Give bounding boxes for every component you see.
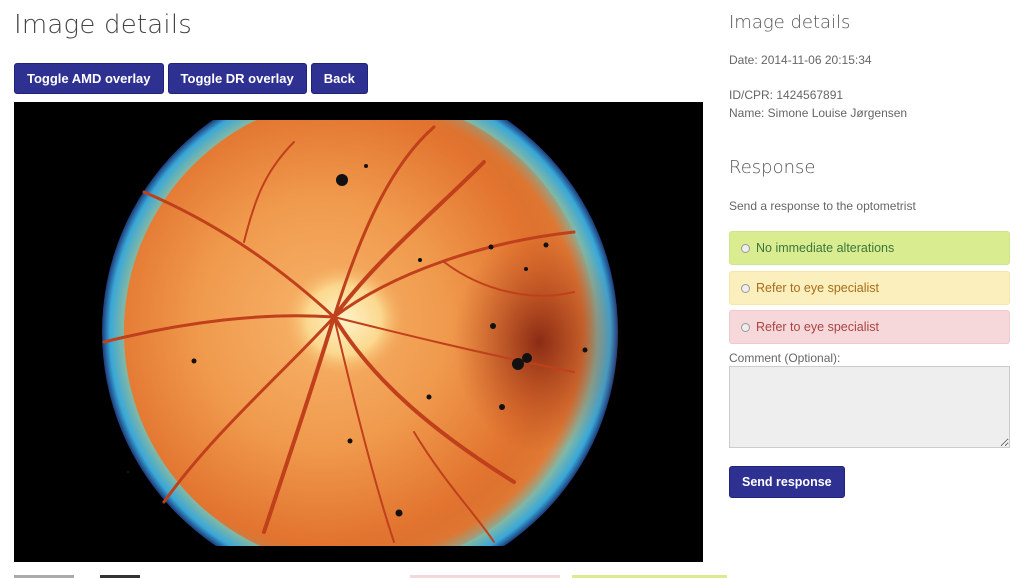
radio-button[interactable] [741, 243, 750, 253]
bottom-thumbnail-strip [0, 572, 1024, 578]
toolbar: Toggle AMD overlay Toggle DR overlay Bac… [14, 63, 368, 94]
comment-label: Comment (Optional): [729, 351, 841, 365]
response-title: Response [729, 157, 816, 178]
page-title: Image details [14, 10, 193, 40]
patient-name: Name: Simone Louise Jørgensen [729, 106, 908, 120]
toggle-dr-overlay-button[interactable]: Toggle DR overlay [167, 63, 307, 94]
option-refer-specialist-yellow[interactable]: Refer to eye specialist [729, 271, 1010, 305]
back-button[interactable]: Back [310, 63, 368, 94]
details-title: Image details [729, 12, 851, 33]
response-subtitle: Send a response to the optometrist [729, 199, 916, 213]
radio-button[interactable] [741, 283, 750, 293]
toggle-amd-overlay-button[interactable]: Toggle AMD overlay [14, 63, 164, 94]
option-label: Refer to eye specialist [756, 320, 879, 334]
fundus-image [102, 120, 624, 546]
option-label: Refer to eye specialist [756, 281, 879, 295]
image-date: Date: 2014-11-06 20:15:34 [729, 53, 872, 67]
radio-button[interactable] [741, 322, 750, 332]
send-response-button[interactable]: Send response [729, 466, 845, 498]
option-refer-specialist-red[interactable]: Refer to eye specialist [729, 310, 1010, 344]
fundus-image-frame [14, 102, 703, 562]
option-label: No immediate alterations [756, 241, 895, 255]
option-no-immediate-alterations[interactable]: No immediate alterations [729, 231, 1010, 265]
patient-id: ID/CPR: 1424567891 [729, 88, 844, 102]
comment-textarea[interactable] [729, 366, 1010, 448]
